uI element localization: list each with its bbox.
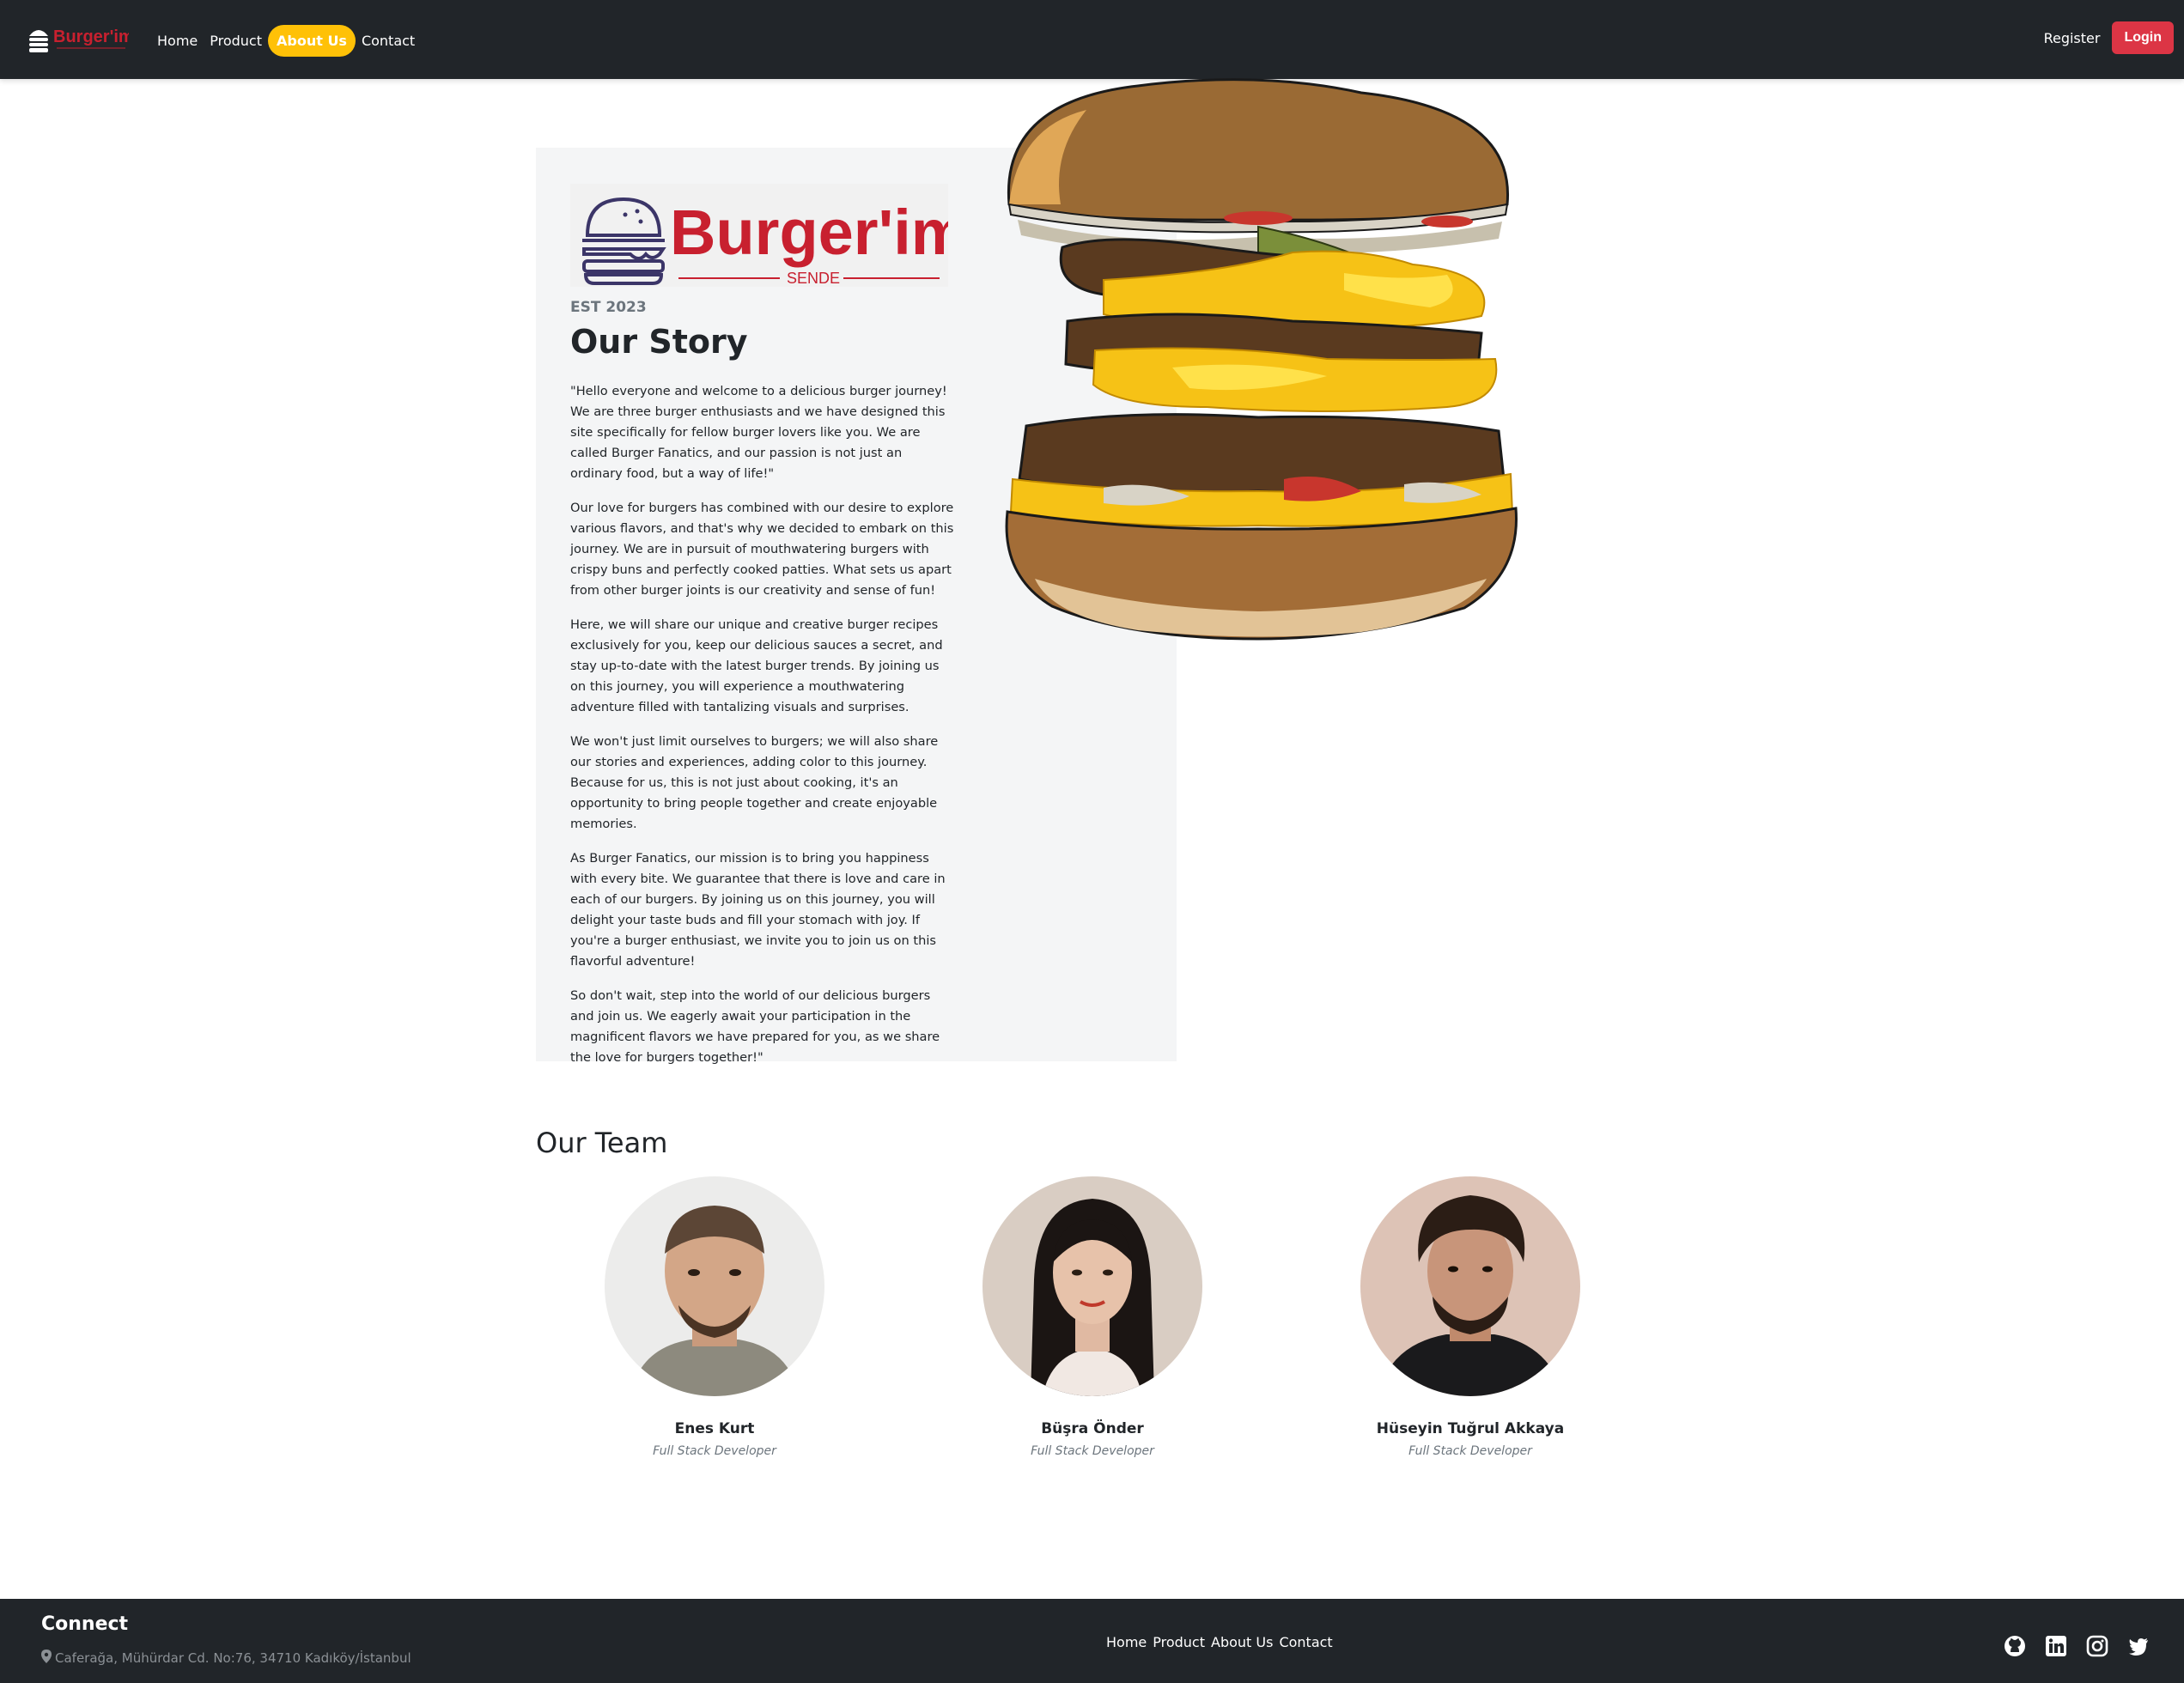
- established-year: EST 2023: [570, 299, 647, 316]
- story-title: Our Story: [570, 323, 748, 361]
- footer-link-home[interactable]: Home: [1106, 1634, 1147, 1650]
- member-role: Full Stack Developer: [1408, 1444, 1532, 1458]
- avatar: [1360, 1176, 1580, 1396]
- brand-logo[interactable]: Burger'im: [26, 21, 129, 57]
- login-button[interactable]: Login: [2112, 21, 2174, 54]
- team-member-card: Hüseyin Tuğrul Akkaya Full Stack Develop…: [1341, 1176, 1599, 1458]
- story-text: "Hello everyone and welcome to a delicio…: [570, 381, 957, 1082]
- story-paragraph: So don't wait, step into the world of ou…: [570, 988, 940, 1065]
- avatar: [605, 1176, 824, 1396]
- footer-heading: Connect: [41, 1613, 129, 1635]
- brand-text: Burger'im: [53, 27, 129, 46]
- footer: Connect Caferağa, Mühürdar Cd. No:76, 34…: [0, 1599, 2184, 1683]
- avatar: [982, 1176, 1202, 1396]
- nav-links: Home Product About Us Contact: [151, 25, 421, 57]
- story-paragraph: As Burger Fanatics, our mission is to br…: [570, 851, 946, 969]
- instagram-icon[interactable]: [2086, 1635, 2108, 1657]
- story-paragraph: Our love for burgers has combined with o…: [570, 501, 954, 598]
- nav-auth: Register Login: [2039, 21, 2174, 54]
- story-paragraph: Here, we will share our unique and creat…: [570, 617, 943, 714]
- twitter-icon[interactable]: [2127, 1635, 2150, 1657]
- footer-link-contact[interactable]: Contact: [1279, 1634, 1332, 1650]
- register-link[interactable]: Register: [2039, 23, 2106, 53]
- social-links: [2004, 1635, 2150, 1657]
- svg-text:SENDE: SENDE: [787, 270, 840, 287]
- linkedin-icon[interactable]: [2045, 1635, 2067, 1657]
- nav-link-product[interactable]: Product: [204, 26, 268, 56]
- story-logo-text: Burger'im: [670, 197, 948, 268]
- team-member-card: Enes Kurt Full Stack Developer: [586, 1176, 843, 1458]
- map-pin-icon: [41, 1650, 52, 1667]
- address-text: Caferağa, Mühürdar Cd. No:76, 34710 Kadı…: [55, 1650, 411, 1666]
- team-member-card: Büşra Önder Full Stack Developer: [964, 1176, 1221, 1458]
- nav-link-contact[interactable]: Contact: [356, 26, 421, 56]
- member-role: Full Stack Developer: [653, 1444, 776, 1458]
- nav-link-about-us[interactable]: About Us: [268, 25, 356, 57]
- team-title: Our Team: [536, 1127, 668, 1159]
- story-logo: Burger'im SENDE: [570, 184, 968, 287]
- member-role: Full Stack Developer: [1031, 1444, 1154, 1458]
- navbar: Burger'im Home Product About Us Contact …: [0, 0, 2184, 79]
- member-name: Hüseyin Tuğrul Akkaya: [1376, 1420, 1565, 1437]
- footer-link-product[interactable]: Product: [1153, 1634, 1205, 1650]
- footer-link-about-us[interactable]: About Us: [1211, 1634, 1273, 1650]
- footer-address: Caferağa, Mühürdar Cd. No:76, 34710 Kadı…: [41, 1650, 411, 1667]
- footer-links: Home Product About Us Contact: [1106, 1634, 1333, 1650]
- member-name: Büşra Önder: [1041, 1420, 1144, 1437]
- github-icon[interactable]: [2004, 1635, 2026, 1657]
- story-paragraph: We won't just limit ourselves to burgers…: [570, 734, 939, 831]
- story-paragraph: "Hello everyone and welcome to a delicio…: [570, 384, 947, 481]
- nav-link-home[interactable]: Home: [151, 26, 204, 56]
- member-name: Enes Kurt: [674, 1420, 755, 1437]
- burger-illustration: [1001, 76, 1524, 642]
